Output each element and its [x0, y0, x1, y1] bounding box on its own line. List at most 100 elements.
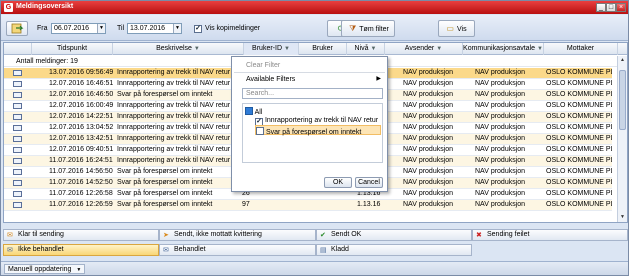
cell-agreement: NAV produksjon: [475, 201, 526, 208]
header-receiver[interactable]: Mottaker: [544, 43, 618, 55]
chevron-down-icon[interactable]: ▼: [173, 24, 181, 33]
cell-receiver: OSLO KOMMUNE PLO - P: [546, 102, 612, 109]
envelope-icon: ✉: [7, 247, 13, 254]
legend-send-failed[interactable]: ✖ Sending feilet: [472, 229, 628, 241]
cell-sender: NAV produksjon: [403, 80, 454, 87]
filter-option-checkbox[interactable]: [256, 127, 264, 135]
chevron-right-icon: ▶: [376, 76, 381, 82]
cell-time: 12.07.2016 13:42:51: [49, 135, 113, 142]
minimize-button[interactable]: _: [596, 3, 606, 12]
cell-time: 11.07.2016 12:26:58: [49, 190, 113, 197]
cell-agreement: NAV produksjon: [475, 124, 526, 131]
filter-all-checkbox[interactable]: [245, 107, 253, 115]
envelope-icon: [13, 136, 22, 142]
cell-desc: Innrapportering av trekk til NAV retur: [117, 113, 231, 120]
cell-time: 13.07.2016 09:56:49: [49, 69, 113, 76]
filter-funnel-icon[interactable]: ▼: [284, 46, 290, 52]
header-user-id[interactable]: Bruker-ID ▼: [244, 43, 299, 55]
cell-receiver: OSLO KOMMUNE PLO - P: [546, 190, 612, 197]
cell-sender: NAV produksjon: [403, 124, 454, 131]
envelope-icon: [13, 147, 22, 153]
cell-receiver: OSLO KOMMUNE PLO - P: [546, 157, 612, 164]
scroll-thumb[interactable]: [619, 70, 626, 130]
to-label: Til: [117, 25, 125, 32]
header-sender[interactable]: Avsender ▼: [385, 43, 463, 55]
clear-filter-menu-item[interactable]: Clear Filter: [234, 60, 385, 71]
filter-all-item[interactable]: All: [245, 106, 262, 116]
cell-time: 11.07.2016 14:52:50: [49, 179, 113, 186]
cell-agreement: NAV produksjon: [475, 168, 526, 175]
cell-time: 12.07.2016 09:40:51: [49, 146, 113, 153]
export-button[interactable]: [6, 21, 28, 36]
cell-agreement: NAV produksjon: [475, 157, 526, 164]
status-legend-row-2: ✉ Ikke behandlet ✉ Behandlet ▤ Kladd: [3, 244, 628, 256]
toolbar: Fra 06.07.2016 ▼ Til 13.07.2016 ▼ ✓ Vis …: [1, 15, 628, 41]
header-level[interactable]: Nivå ▼: [347, 43, 385, 55]
cell-desc: Innrapportering av trekk til NAV retur: [117, 146, 231, 153]
show-button[interactable]: ▭ Vis: [438, 20, 475, 37]
app-logo-icon: G: [4, 3, 13, 12]
header-agreement[interactable]: Kommunikasjonsavtale ▼: [463, 43, 544, 55]
cell-desc: Svar på forespørsel om inntekt: [117, 91, 213, 98]
maximize-button[interactable]: □: [606, 3, 616, 12]
cell-receiver: OSLO KOMMUNE PLO - P: [546, 201, 612, 208]
cell-time: 11.07.2016 14:56:50: [49, 168, 113, 175]
cell-desc: Innrapportering av trekk til NAV retur: [117, 80, 231, 87]
header-timestamp[interactable]: Tidspunkt: [32, 43, 113, 55]
filter-funnel-icon[interactable]: ▼: [194, 46, 200, 52]
clear-filter-button[interactable]: ⧩ Tøm filter: [341, 20, 395, 37]
cell-time: 12.07.2016 16:46:50: [49, 91, 113, 98]
filter-search-input[interactable]: Search...: [242, 88, 383, 99]
grid-header: Tidspunkt Beskrivelse ▼ Bruker-ID ▼ Bruker…: [4, 43, 627, 55]
legend-processed[interactable]: ✉ Behandlet: [159, 244, 316, 256]
legend-ready-to-send[interactable]: ✉ Klar til sending: [3, 229, 159, 241]
header-icon-column: [4, 43, 32, 55]
filter-funnel-icon[interactable]: ▼: [371, 46, 377, 52]
legend-empty-slot: [472, 244, 628, 256]
scroll-down-icon[interactable]: ▼: [619, 214, 626, 222]
from-label: Fra: [37, 25, 48, 32]
header-description[interactable]: Beskrivelse ▼: [113, 43, 244, 55]
cell-receiver: OSLO KOMMUNE PLO - P: [546, 91, 612, 98]
legend-draft[interactable]: ▤ Kladd: [316, 244, 472, 256]
cell-desc: Innrapportering av trekk til NAV retur: [117, 135, 231, 142]
status-legend-row-1: ✉ Klar til sending ➤ Sendt, ikke mottatt…: [3, 229, 628, 241]
filter-funnel-icon[interactable]: ▼: [436, 46, 442, 52]
legend-sent-ok[interactable]: ✔ Sendt OK: [316, 229, 472, 241]
to-date-picker[interactable]: 13.07.2016 ▼: [127, 23, 182, 34]
cell-agreement: NAV produksjon: [475, 113, 526, 120]
chevron-down-icon: ▼: [76, 267, 82, 273]
legend-not-processed[interactable]: ✉ Ikke behandlet: [3, 244, 159, 256]
filter-cancel-button[interactable]: Cancel: [355, 177, 383, 188]
filter-ok-button[interactable]: OK: [324, 177, 352, 188]
cell-receiver: OSLO KOMMUNE PLO - P: [546, 80, 612, 87]
filter-funnel-icon[interactable]: ▼: [537, 46, 543, 52]
from-date-value: 06.07.2016: [54, 25, 90, 32]
update-mode-dropdown[interactable]: Manuell oppdatering ▼: [4, 264, 86, 274]
show-copies-checkbox[interactable]: ✓: [194, 25, 202, 33]
from-date-picker[interactable]: 06.07.2016 ▼: [51, 23, 106, 34]
chevron-down-icon[interactable]: ▼: [97, 24, 105, 33]
table-row[interactable]: 11.07.2016 12:26:59 Svar på forespørsel o…: [4, 200, 612, 211]
export-icon: [11, 23, 24, 34]
vertical-scrollbar[interactable]: ▲ ▼: [617, 56, 627, 222]
envelope-arrow-icon: ➤: [163, 232, 169, 239]
cell-desc: Innrapportering av trekk til NAV retur: [117, 157, 231, 164]
filter-popup: Clear Filter Available Filters ▶ Search.…: [231, 56, 388, 192]
filter-option-item[interactable]: Svar på forespørsel om inntekt: [255, 125, 381, 136]
header-user[interactable]: Bruker: [299, 43, 347, 55]
scroll-up-icon[interactable]: ▲: [619, 57, 626, 65]
clear-filter-icon: ⧩: [349, 24, 357, 33]
draft-icon: ▤: [320, 247, 327, 254]
close-button[interactable]: ×: [616, 3, 626, 12]
legend-sent-no-receipt[interactable]: ➤ Sendt, ikke mottatt kvittering: [159, 229, 316, 241]
envelope-icon: [13, 180, 22, 186]
cell-sender: NAV produksjon: [403, 146, 454, 153]
envelope-icon: [13, 114, 22, 120]
available-filters-menu-item[interactable]: Available Filters ▶: [234, 74, 385, 85]
cell-agreement: NAV produksjon: [475, 102, 526, 109]
cell-receiver: OSLO KOMMUNE PLO - P: [546, 69, 612, 76]
cell-time: 12.07.2016 14:22:51: [49, 113, 113, 120]
open-envelope-icon: ✉: [163, 247, 169, 254]
check-icon: ✔: [320, 232, 326, 239]
